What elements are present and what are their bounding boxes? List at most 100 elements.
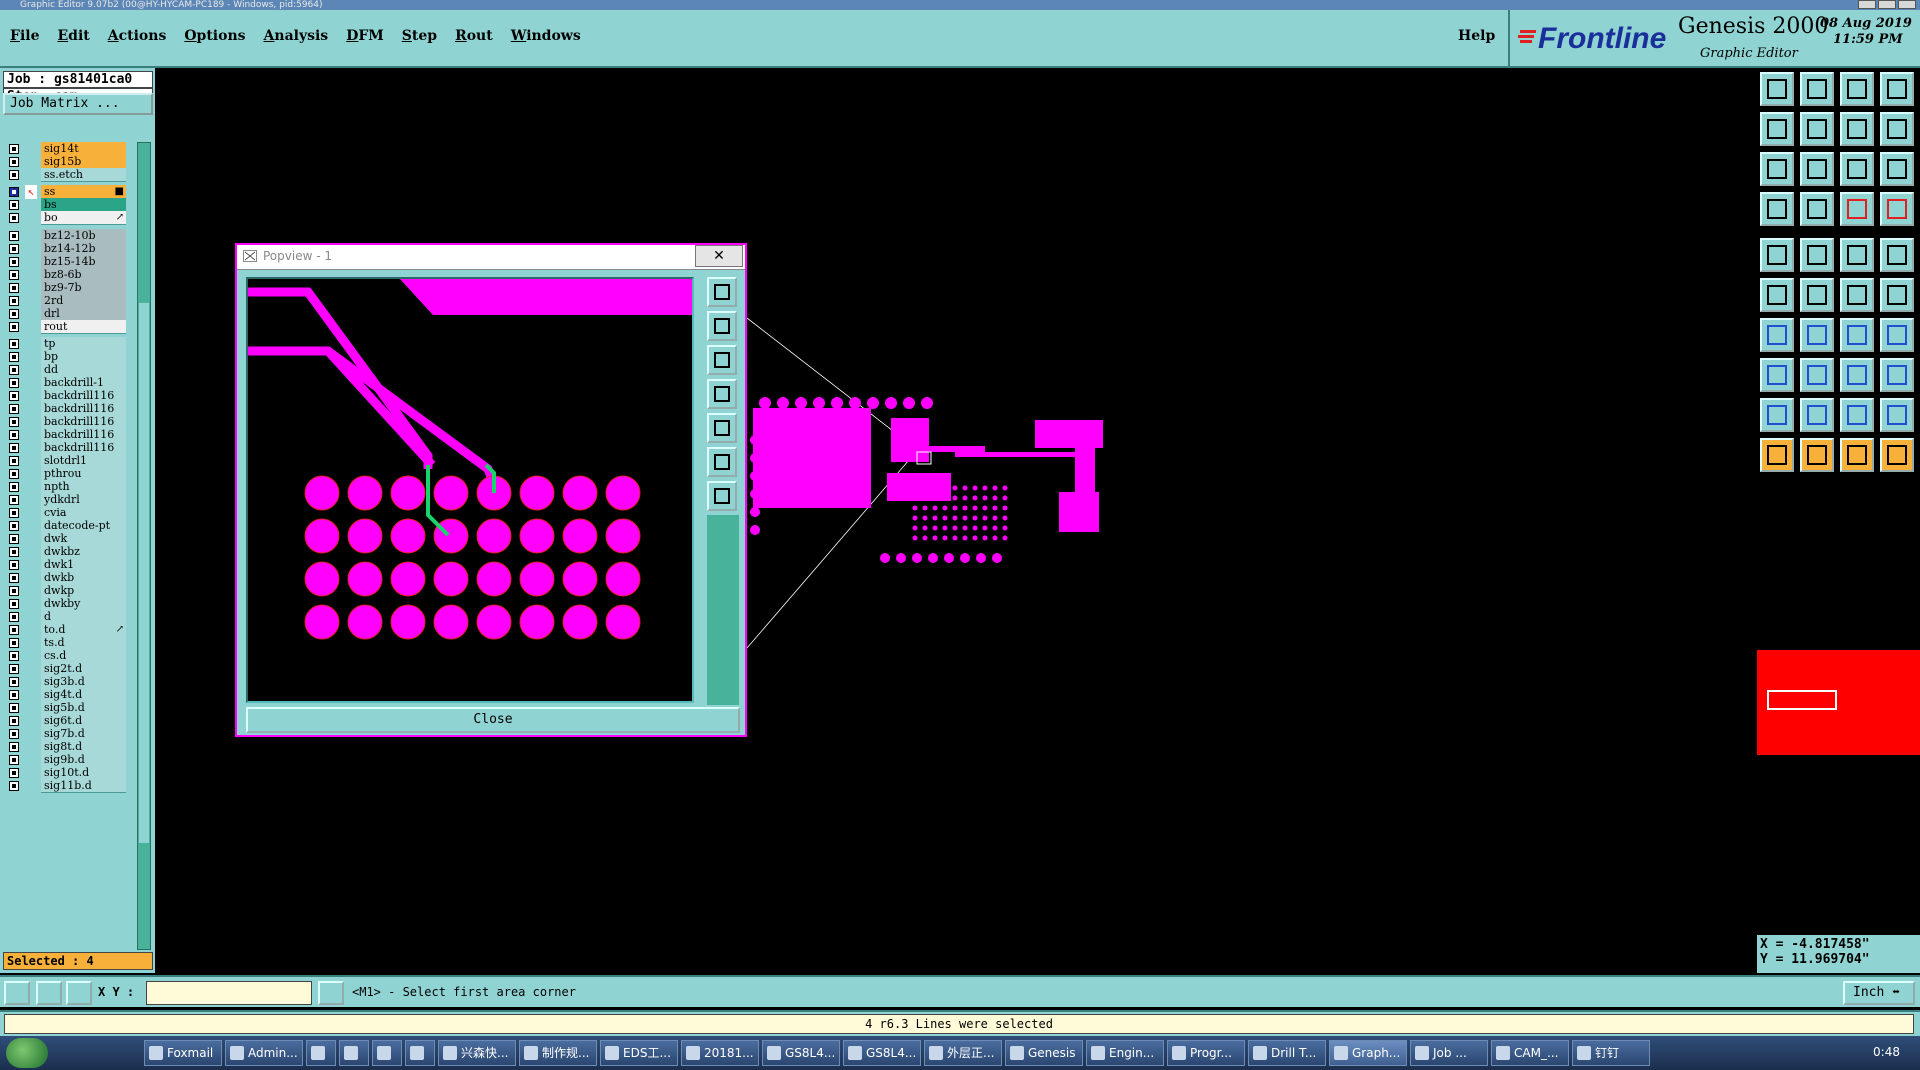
layer-checkbox[interactable] [9, 651, 19, 661]
menu-help[interactable]: Help [1458, 28, 1495, 44]
layer-row[interactable]: ss.etch [3, 168, 137, 183]
layer-checkbox[interactable] [9, 547, 19, 557]
tool-button-r1-c3[interactable] [1840, 72, 1874, 106]
tool-button-r1-c2[interactable] [1800, 72, 1834, 106]
popview-scrollbar[interactable] [707, 515, 739, 705]
layer-checkbox[interactable] [9, 729, 19, 739]
layer-checkbox[interactable] [9, 560, 19, 570]
layer-checkbox[interactable] [9, 742, 19, 752]
tool-button-r8-c2[interactable] [1800, 358, 1834, 392]
layer-checkbox[interactable] [9, 612, 19, 622]
menu-step[interactable]: Step [402, 28, 437, 44]
layer-checkbox[interactable] [9, 625, 19, 635]
layer-checkbox[interactable] [9, 417, 19, 427]
taskbar-item[interactable]: Progr... [1167, 1040, 1245, 1066]
tool-button-r2-c4[interactable] [1880, 112, 1914, 146]
taskbar-item[interactable]: Genesis [1005, 1040, 1083, 1066]
tool-button-r5-c4[interactable] [1880, 238, 1914, 272]
popview-close-button[interactable]: Close [246, 707, 740, 733]
tool-button-r10-c1[interactable] [1760, 438, 1794, 472]
layer-name[interactable]: bo ↗ [41, 211, 126, 225]
tool-button-r9-c3[interactable] [1840, 398, 1874, 432]
scrollbar-thumb[interactable] [139, 303, 149, 843]
layer-checkbox[interactable] [9, 443, 19, 453]
tool-button-r3-c1[interactable] [1760, 152, 1794, 186]
tool-button-r7-c1[interactable] [1760, 318, 1794, 352]
layer-checkbox[interactable] [9, 703, 19, 713]
tool-button-r3-c4[interactable] [1880, 152, 1914, 186]
taskbar-item[interactable]: 外层正... [924, 1040, 1002, 1066]
layer-row[interactable]: bo ↗ [3, 211, 137, 226]
layer-checkbox[interactable] [9, 690, 19, 700]
layer-checkbox[interactable] [9, 244, 19, 254]
tool-button-r3-c2[interactable] [1800, 152, 1834, 186]
tool-button-r6-c4[interactable] [1880, 278, 1914, 312]
layer-name[interactable]: bz14-12b [41, 242, 126, 256]
taskbar-item[interactable]: EDS工... [600, 1040, 678, 1066]
popview-zoom-out-button[interactable] [707, 311, 737, 341]
layer-name[interactable]: sig3b.d [41, 675, 126, 689]
tool-button-r4-c2[interactable] [1800, 192, 1834, 226]
tool-button-r9-c2[interactable] [1800, 398, 1834, 432]
layer-checkbox[interactable] [9, 469, 19, 479]
layer-checkbox[interactable] [9, 664, 19, 674]
layer-name[interactable]: drl [41, 307, 126, 321]
layer-name[interactable]: bz12-10b [41, 229, 126, 243]
menu-rout[interactable]: Rout [455, 28, 493, 44]
tool-button-r6-c2[interactable] [1800, 278, 1834, 312]
layer-name[interactable]: npth [41, 480, 126, 494]
tool-button-r10-c2[interactable] [1800, 438, 1834, 472]
layer-checkbox[interactable] [9, 482, 19, 492]
layer-name[interactable]: 2rd [41, 294, 126, 308]
layer-checkbox[interactable] [9, 638, 19, 648]
tool-button-r2-c3[interactable] [1840, 112, 1874, 146]
taskbar-item[interactable]: CAM_... [1491, 1040, 1569, 1066]
popview-pan-down-button[interactable] [707, 345, 737, 375]
layer-name[interactable]: sig7b.d [41, 727, 126, 741]
info-button[interactable] [318, 981, 344, 1005]
layer-checkbox[interactable] [9, 296, 19, 306]
layer-checkbox[interactable] [9, 573, 19, 583]
layer-name[interactable]: backdrill116 [41, 415, 126, 429]
layer-row[interactable]: sig11b.d [3, 779, 137, 794]
taskbar-item[interactable]: Admin... [225, 1040, 303, 1066]
taskbar-item[interactable]: Drill T... [1248, 1040, 1326, 1066]
units-button[interactable]: Inch ⬌ [1843, 981, 1915, 1005]
layer-checkbox[interactable] [9, 495, 19, 505]
layer-name[interactable]: backdrill116 [41, 402, 126, 416]
tool-button-r3-c3[interactable] [1840, 152, 1874, 186]
layer-checkbox[interactable] [9, 157, 19, 167]
tool-button-r7-c4[interactable] [1880, 318, 1914, 352]
tool-button-r5-c1[interactable] [1760, 238, 1794, 272]
layer-name[interactable]: pthrou [41, 467, 126, 481]
popview-close-x-button[interactable]: ✕ [695, 245, 743, 267]
job-matrix-button[interactable]: Job Matrix ... [3, 93, 153, 115]
taskbar-item[interactable]: Foxmail [144, 1040, 222, 1066]
minimize-button[interactable] [1858, 0, 1876, 9]
tool-button-r4-c4[interactable] [1880, 192, 1914, 226]
layer-checkbox[interactable] [9, 231, 19, 241]
taskbar-item[interactable] [339, 1040, 369, 1066]
layer-checkbox[interactable] [9, 508, 19, 518]
layer-checkbox[interactable] [9, 781, 19, 791]
layer-checkbox[interactable] [9, 768, 19, 778]
tool-button-r4-c1[interactable] [1760, 192, 1794, 226]
layer-name[interactable]: cs.d [41, 649, 126, 663]
layer-name[interactable]: sig15b [41, 155, 126, 169]
layer-name[interactable]: ydkdrl [41, 493, 126, 507]
tool-button-r2-c2[interactable] [1800, 112, 1834, 146]
layer-name[interactable]: ss.etch [41, 168, 126, 182]
menu-options[interactable]: Options [184, 28, 245, 44]
taskbar-item[interactable]: Job ... [1410, 1040, 1488, 1066]
tool-button-r7-c3[interactable] [1840, 318, 1874, 352]
layer-checkbox[interactable] [9, 213, 19, 223]
layer-name[interactable]: dd [41, 363, 126, 377]
layer-checkbox[interactable] [9, 716, 19, 726]
tool-button-r1-c4[interactable] [1880, 72, 1914, 106]
tool-button-r1-c1[interactable] [1760, 72, 1794, 106]
popview-title-bar[interactable]: Popview - 1 [237, 245, 745, 270]
layer-name[interactable]: dwkbz [41, 545, 126, 559]
layer-checkbox[interactable] [9, 404, 19, 414]
layer-name[interactable]: ss ■ [41, 185, 126, 199]
tool-button-r10-c4[interactable] [1880, 438, 1914, 472]
